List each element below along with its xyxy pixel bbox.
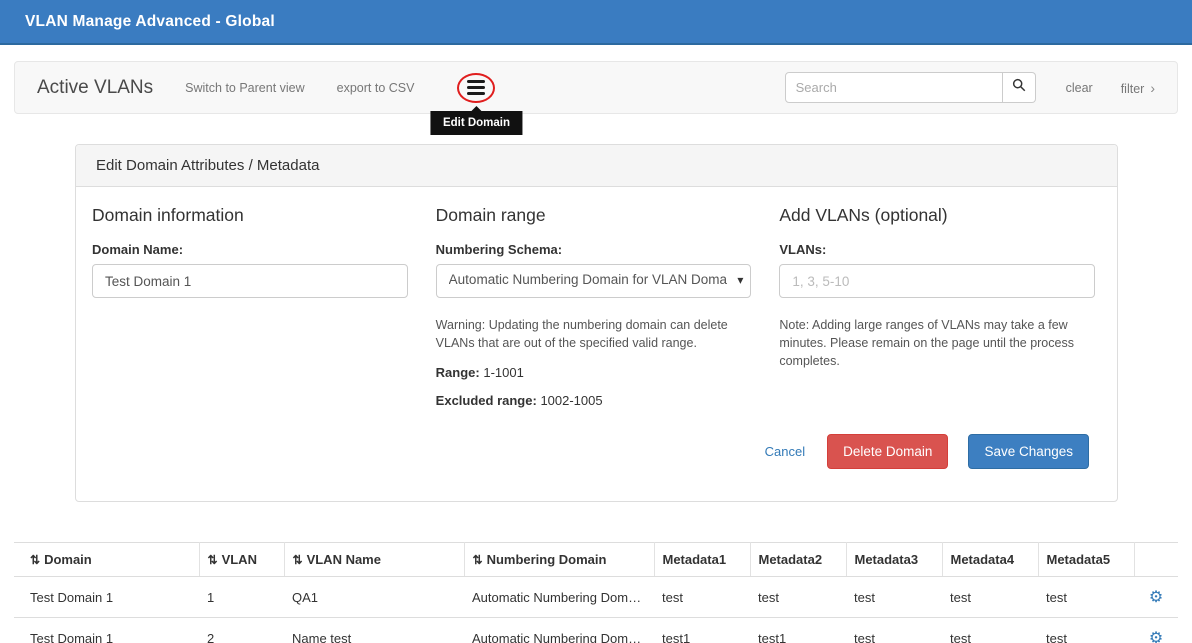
cell-metadata3: test <box>846 618 942 643</box>
cell-metadata4: test <box>942 618 1038 643</box>
chevron-right-icon: › <box>1150 80 1155 96</box>
cell-metadata1: test1 <box>654 618 750 643</box>
domain-information-heading: Domain information <box>92 205 408 226</box>
page: VLAN Manage Advanced - Global Active VLA… <box>0 0 1192 643</box>
cell-vlan: 1 <box>199 577 284 618</box>
cell-metadata2: test <box>750 577 846 618</box>
sort-icon: ⇅ <box>208 553 218 567</box>
cell-domain: Test Domain 1 <box>14 577 199 618</box>
cell-domain: Test Domain 1 <box>14 618 199 643</box>
numbering-warning-text: Warning: Updating the numbering domain c… <box>436 316 752 352</box>
gear-icon[interactable]: ⚙ <box>1149 630 1163 643</box>
excluded-range-label: Excluded range: <box>436 393 537 408</box>
col-header-vlan[interactable]: ⇅VLAN <box>199 543 284 577</box>
col-header-vlan-name[interactable]: ⇅VLAN Name <box>284 543 464 577</box>
app-header: VLAN Manage Advanced - Global <box>0 0 1192 45</box>
domain-name-input[interactable] <box>92 264 408 298</box>
delete-domain-button[interactable]: Delete Domain <box>827 434 948 469</box>
add-vlans-section: Add VLANs (optional) VLANs: Note: Adding… <box>779 205 1095 408</box>
excluded-range-value: 1002-1005 <box>540 393 602 408</box>
col-header-metadata3: Metadata3 <box>846 543 942 577</box>
cell-metadata2: test1 <box>750 618 846 643</box>
vlans-input[interactable] <box>779 264 1095 298</box>
edit-domain-panel: Edit Domain Attributes / Metadata Domain… <box>75 144 1118 502</box>
table-row: Test Domain 1 2 Name test Automatic Numb… <box>14 618 1178 643</box>
active-vlans-heading: Active VLANs <box>37 77 153 99</box>
numbering-schema-label: Numbering Schema: <box>436 242 752 257</box>
vlan-table: ⇅Domain ⇅VLAN ⇅VLAN Name ⇅Numbering Doma… <box>14 542 1178 643</box>
cell-vlan-name: QA1 <box>284 577 464 618</box>
sort-icon: ⇅ <box>473 553 483 567</box>
search-input[interactable] <box>785 72 1003 103</box>
col-header-numbering-domain[interactable]: ⇅Numbering Domain <box>464 543 654 577</box>
filter-link[interactable]: filter› <box>1121 80 1155 96</box>
edit-domain-menu-button[interactable]: Edit Domain <box>458 73 494 103</box>
export-csv-link[interactable]: export to CSV <box>337 81 415 95</box>
domain-range-section: Domain range Numbering Schema: Automatic… <box>436 205 752 408</box>
panel-title: Edit Domain Attributes / Metadata <box>76 145 1117 187</box>
cell-metadata5: test <box>1038 618 1134 643</box>
range-label: Range: <box>436 365 480 380</box>
save-changes-button[interactable]: Save Changes <box>968 434 1089 469</box>
sort-icon: ⇅ <box>30 553 40 567</box>
col-header-domain[interactable]: ⇅Domain <box>14 543 199 577</box>
col-header-metadata5: Metadata5 <box>1038 543 1134 577</box>
range-value: 1-1001 <box>483 365 523 380</box>
col-header-metadata4: Metadata4 <box>942 543 1038 577</box>
cell-metadata5: test <box>1038 577 1134 618</box>
caret-down-icon: ▾ <box>737 273 743 287</box>
domain-name-label: Domain Name: <box>92 242 408 257</box>
cell-numbering-domain: Automatic Numbering Doma… <box>464 618 654 643</box>
cell-vlan: 2 <box>199 618 284 643</box>
numbering-schema-select[interactable]: Automatic Numbering Domain for VLAN Doma… <box>436 264 752 298</box>
hamburger-icon <box>467 80 485 95</box>
domain-information-section: Domain information Domain Name: <box>92 205 408 408</box>
cell-numbering-domain: Automatic Numbering Doma… <box>464 577 654 618</box>
numbering-schema-value: Automatic Numbering Domain for VLAN Doma <box>449 272 729 287</box>
cell-metadata1: test <box>654 577 750 618</box>
panel-actions: Cancel Delete Domain Save Changes <box>92 434 1095 469</box>
cell-metadata3: test <box>846 577 942 618</box>
search-icon <box>1012 78 1026 97</box>
cell-vlan-name: Name test <box>284 618 464 643</box>
clear-link[interactable]: clear <box>1066 81 1093 95</box>
page-title: VLAN Manage Advanced - Global <box>25 13 275 31</box>
cell-metadata4: test <box>942 577 1038 618</box>
table-header-row: ⇅Domain ⇅VLAN ⇅VLAN Name ⇅Numbering Doma… <box>14 543 1178 577</box>
gear-icon[interactable]: ⚙ <box>1149 589 1163 606</box>
table-row: Test Domain 1 1 QA1 Automatic Numbering … <box>14 577 1178 618</box>
switch-parent-view-link[interactable]: Switch to Parent view <box>185 81 305 95</box>
vlans-note-text: Note: Adding large ranges of VLANs may t… <box>779 316 1095 370</box>
col-header-metadata2: Metadata2 <box>750 543 846 577</box>
search-button[interactable] <box>1003 72 1036 103</box>
cancel-button[interactable]: Cancel <box>765 444 805 459</box>
add-vlans-heading: Add VLANs (optional) <box>779 205 1095 226</box>
excluded-range-line: Excluded range: 1002-1005 <box>436 393 752 408</box>
domain-range-heading: Domain range <box>436 205 752 226</box>
edit-domain-tooltip: Edit Domain <box>431 111 522 135</box>
col-header-metadata1: Metadata1 <box>654 543 750 577</box>
search-group <box>785 72 1036 103</box>
vlans-label: VLANs: <box>779 242 1095 257</box>
range-line: Range: 1-1001 <box>436 365 752 380</box>
toolbar: Active VLANs Switch to Parent view expor… <box>14 61 1178 114</box>
sort-icon: ⇅ <box>293 553 303 567</box>
col-header-actions <box>1134 543 1178 577</box>
